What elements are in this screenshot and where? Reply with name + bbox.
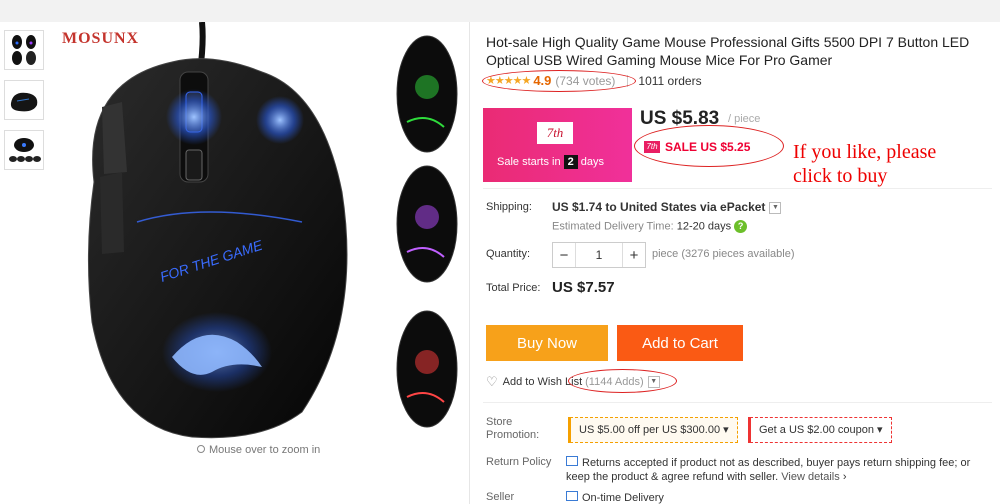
coupon-get-chevron-icon: ▾ — [877, 424, 883, 436]
promo-banner[interactable]: 7th Sale starts in 2 days — [483, 108, 632, 182]
quantity-stepper[interactable]: − 1 + — [552, 242, 646, 268]
view-details-chevron-icon: › — [842, 471, 847, 483]
product-main-image[interactable]: FOR THE GAME — [52, 21, 468, 442]
total-price-value: US $7.57 — [552, 279, 615, 296]
quantity-input[interactable]: 1 — [575, 243, 623, 267]
seller-guarantee-text: On-time Delivery — [582, 492, 664, 504]
view-details-link[interactable]: View details — [781, 471, 840, 483]
annotation-oval-sale — [634, 125, 784, 167]
shipping-label: Shipping: — [486, 201, 532, 213]
coupon-accent-bar — [568, 417, 571, 443]
heart-plus-icon: ♡ — [486, 374, 498, 389]
coupon-discount-text: US $5.00 off per US $300.00 — [579, 424, 721, 436]
store-promotion-label: Store Promotion: — [486, 416, 540, 441]
annotation-line-2: click to buy — [793, 165, 888, 187]
total-price-label: Total Price: — [486, 282, 541, 294]
shipping-value: US $1.74 to United States via ePacket — [552, 200, 766, 214]
seller-guarantee: On-time Delivery — [566, 491, 664, 504]
truck-icon — [566, 491, 578, 501]
add-to-cart-button[interactable]: Add to Cart — [617, 325, 743, 361]
promo-starts-text: Sale starts in — [497, 156, 561, 168]
shipping-method[interactable]: US $1.74 to United States via ePacket ▼ — [552, 200, 782, 214]
magnifier-icon — [197, 445, 205, 453]
promo-countdown: Sale starts in 2 days — [497, 155, 604, 169]
buy-now-button[interactable]: Buy Now — [486, 325, 608, 361]
return-policy-label: Return Policy — [486, 456, 552, 468]
price-unit: / piece — [728, 113, 761, 125]
promo-days-number: 2 — [563, 155, 578, 169]
coupon-get-text: Get a US $2.00 coupon — [759, 424, 874, 436]
top-bar — [0, 0, 1000, 22]
zoom-hint: Mouse over to zoom in — [197, 444, 320, 456]
coupon-accent-bar-2 — [748, 417, 751, 443]
divider-line — [483, 188, 992, 189]
orders-count: 1011 orders — [638, 73, 702, 88]
thumbnail-1[interactable] — [4, 30, 44, 70]
return-policy-icon — [566, 456, 578, 466]
eta-value: 12-20 days — [676, 220, 732, 233]
zoom-hint-text: Mouse over to zoom in — [209, 444, 321, 456]
thumbnail-3[interactable] — [4, 130, 44, 170]
return-policy-body: Returns accepted if product not as descr… — [566, 457, 971, 483]
promo-logo: 7th — [537, 122, 573, 144]
brand-logo: MOSUNX — [62, 30, 140, 47]
thumbnail-list — [4, 30, 46, 180]
annotation-oval-wishlist — [568, 369, 677, 393]
eta-label: Estimated Delivery Time: — [552, 220, 674, 233]
coupon-get[interactable]: Get a US $2.00 coupon ▾ — [748, 417, 892, 443]
quantity-plus-button[interactable]: + — [623, 247, 645, 264]
divider-line-2 — [483, 402, 992, 403]
seller-label: Seller — [486, 491, 515, 503]
handwritten-annotation: If you like, please click to buy — [793, 140, 936, 188]
quantity-minus-button[interactable]: − — [553, 247, 575, 264]
column-divider — [469, 22, 470, 504]
annotation-oval-rating — [482, 70, 636, 92]
help-icon[interactable]: ? — [734, 220, 748, 233]
quantity-availability: piece (3276 pieces available) — [652, 248, 795, 260]
product-title: Hot-sale High Quality Game Mouse Profess… — [486, 34, 970, 68]
coupon-discount[interactable]: US $5.00 off per US $300.00 ▾ — [568, 417, 738, 443]
delivery-estimate: Estimated Delivery Time: 12-20 days? — [552, 220, 748, 233]
chevron-down-icon[interactable]: ▼ — [769, 201, 782, 214]
coupon-chevron-icon: ▾ — [723, 424, 729, 436]
return-policy-text: Returns accepted if product not as descr… — [566, 456, 986, 484]
thumbnail-2[interactable] — [4, 80, 44, 120]
promo-days-label: days — [580, 156, 604, 168]
quantity-label: Quantity: — [486, 248, 531, 260]
annotation-line-1: If you like, please — [793, 141, 937, 163]
